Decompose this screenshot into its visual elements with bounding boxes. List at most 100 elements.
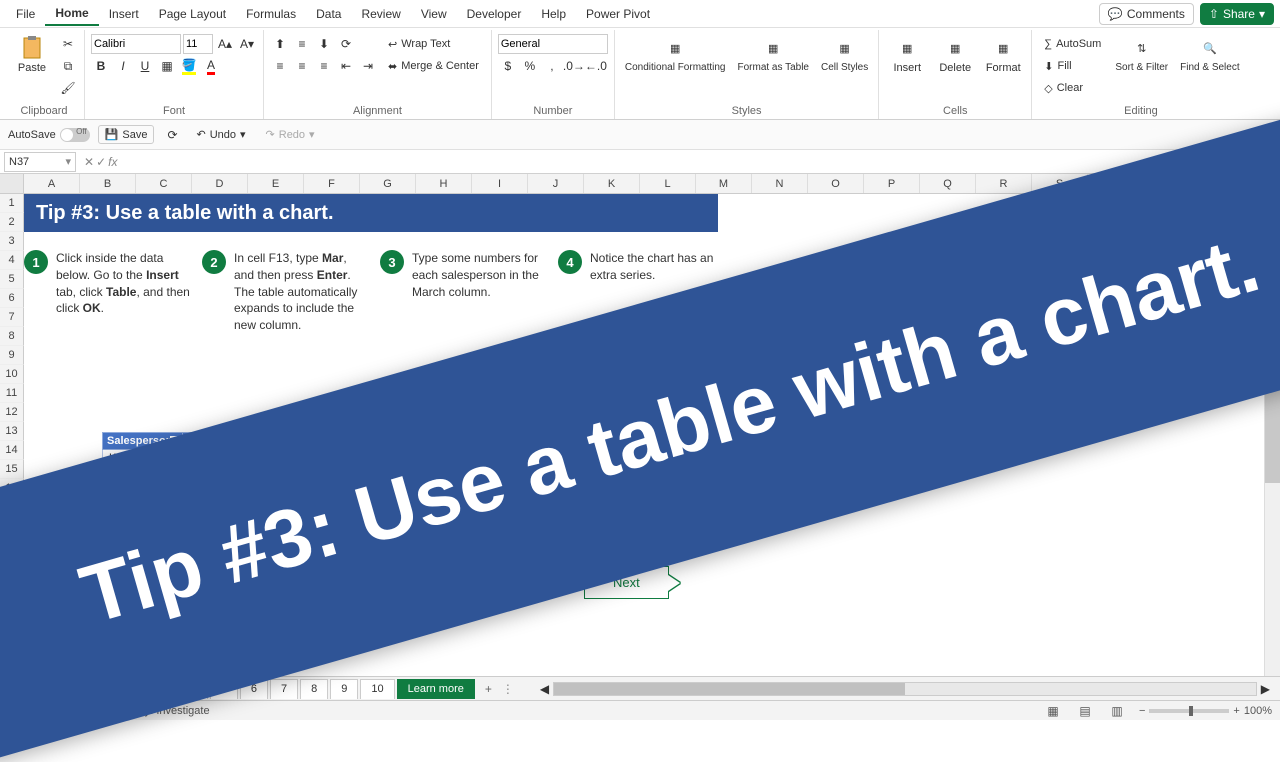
column-header[interactable]: A (24, 174, 80, 193)
row-header[interactable]: 23 (0, 612, 24, 631)
row-header[interactable]: 21 (0, 574, 24, 593)
column-header[interactable]: V (1200, 174, 1256, 193)
increase-font-button[interactable]: A▴ (215, 34, 235, 54)
format-as-table-button[interactable]: ▦Format as Table (733, 34, 813, 75)
row-header[interactable]: 9 (0, 346, 24, 365)
align-top-button[interactable]: ⬆ (270, 34, 290, 54)
number-format-select[interactable] (498, 34, 608, 54)
column-header[interactable]: C (136, 174, 192, 193)
name-box[interactable]: N37▾ (4, 152, 76, 172)
tab-power-pivot[interactable]: Power Pivot (576, 3, 660, 25)
row-header[interactable]: 17 (0, 498, 24, 517)
row-header[interactable]: 2 (0, 213, 24, 232)
font-name-select[interactable] (91, 34, 181, 54)
column-header[interactable]: S (1032, 174, 1088, 193)
column-header[interactable]: M (696, 174, 752, 193)
row-header[interactable]: 7 (0, 308, 24, 327)
border-button[interactable]: ▦ (157, 56, 177, 76)
filter-dropdown-icon[interactable]: ▾ (220, 436, 230, 446)
underline-button[interactable]: U (135, 56, 155, 76)
autosum-button[interactable]: ∑ AutoSum (1038, 34, 1107, 54)
column-header[interactable]: B (80, 174, 136, 193)
tab-data[interactable]: Data (306, 3, 351, 25)
comments-button[interactable]: 💬Comments (1099, 3, 1194, 25)
sheet-tab[interactable]: 7 (270, 679, 298, 699)
row-header[interactable]: 10 (0, 365, 24, 384)
decrease-font-button[interactable]: A▾ (237, 34, 257, 54)
tab-home[interactable]: Home (45, 2, 98, 26)
orientation-button[interactable]: ⟳ (336, 34, 356, 54)
column-header[interactable]: R (976, 174, 1032, 193)
column-header[interactable]: J (528, 174, 584, 193)
accessibility-status[interactable]: ♿ Accessibility: Investigate (74, 704, 209, 717)
decrease-indent-button[interactable]: ⇤ (336, 56, 356, 76)
insert-cells-button[interactable]: ▦Insert (885, 34, 929, 76)
table-row[interactable]: Kelly400 (103, 450, 283, 467)
tab-insert[interactable]: Insert (99, 3, 149, 25)
italic-button[interactable]: I (113, 56, 133, 76)
tab-file[interactable]: File (6, 3, 45, 25)
view-page-break-button[interactable]: ▥ (1107, 701, 1127, 721)
row-header[interactable]: 12 (0, 403, 24, 422)
row-header[interactable]: 25 (0, 650, 24, 669)
view-page-layout-button[interactable]: ▤ (1075, 701, 1095, 721)
sheet-tab[interactable]: 3 (149, 679, 177, 699)
row-header[interactable]: 20 (0, 555, 24, 574)
column-header[interactable]: H (416, 174, 472, 193)
vertical-scrollbar[interactable] (1264, 194, 1280, 676)
sheet-tab[interactable]: Learn more (397, 679, 475, 699)
fill-color-button[interactable]: 🪣 (179, 56, 199, 76)
column-header[interactable]: I (472, 174, 528, 193)
share-button[interactable]: ⇧Share▾ (1200, 3, 1274, 25)
sheet-tab[interactable]: Start (42, 679, 87, 699)
find-select-button[interactable]: 🔍Find & Select (1176, 34, 1243, 75)
sheet-tab[interactable]: 4 (180, 679, 208, 699)
add-sheet-button[interactable]: + (477, 682, 500, 696)
column-header[interactable]: L (640, 174, 696, 193)
cut-button[interactable]: ✂ (58, 34, 78, 54)
increase-decimal-button[interactable]: .0→ (564, 56, 584, 76)
row-header[interactable]: 14 (0, 441, 24, 460)
row-header[interactable]: 15 (0, 460, 24, 479)
clear-button[interactable]: ◇ Clear (1038, 78, 1107, 98)
filter-dropdown-icon[interactable]: ▾ (270, 436, 280, 446)
conditional-formatting-button[interactable]: ▦Conditional Formatting (621, 34, 730, 75)
filter-dropdown-icon[interactable]: ▾ (170, 436, 180, 446)
column-header[interactable]: P (864, 174, 920, 193)
sheet-nav-next[interactable]: › (24, 682, 40, 696)
fill-button[interactable]: ⬇ Fill (1038, 56, 1107, 76)
sort-filter-button[interactable]: ⇅Sort & Filter (1111, 34, 1172, 75)
tab-review[interactable]: Review (351, 3, 410, 25)
align-left-button[interactable]: ≡ (270, 56, 290, 76)
view-normal-button[interactable]: ▦ (1043, 701, 1063, 721)
copy-button[interactable]: ⧉ (58, 56, 78, 76)
data-table[interactable]: Salesperson▾ Jan▾ Feb▾ Kelly400 Dave Bri… (102, 432, 283, 501)
row-header[interactable]: 11 (0, 384, 24, 403)
sheet-tab[interactable]: 8 (300, 679, 328, 699)
merge-center-button[interactable]: ⬌Merge & Center (382, 56, 485, 76)
column-header[interactable]: D (192, 174, 248, 193)
increase-indent-button[interactable]: ⇥ (358, 56, 378, 76)
macro-record-icon[interactable]: ▢ (52, 704, 62, 717)
fx-icon[interactable]: fx (108, 155, 117, 169)
column-header[interactable]: G (360, 174, 416, 193)
font-size-select[interactable] (183, 34, 213, 54)
column-header[interactable]: Q (920, 174, 976, 193)
sheet-tab[interactable]: 9 (330, 679, 358, 699)
redo-button[interactable]: ↷ Redo ▾ (260, 125, 321, 145)
column-header[interactable]: K (584, 174, 640, 193)
sheet-nav-prev[interactable]: ‹ (6, 682, 22, 696)
font-color-button[interactable]: A (201, 56, 221, 76)
wrap-text-button[interactable]: ↩Wrap Text (382, 34, 485, 54)
row-header[interactable]: 4 (0, 251, 24, 270)
enter-icon[interactable]: ✓ (96, 155, 106, 169)
paste-button[interactable]: Paste (10, 34, 54, 76)
comma-button[interactable]: , (542, 56, 562, 76)
row-header[interactable]: 6 (0, 289, 24, 308)
tab-page-layout[interactable]: Page Layout (149, 3, 236, 25)
column-header[interactable]: N (752, 174, 808, 193)
tab-help[interactable]: Help (531, 3, 576, 25)
column-header[interactable]: U (1144, 174, 1200, 193)
column-header[interactable]: F (304, 174, 360, 193)
tab-developer[interactable]: Developer (457, 3, 532, 25)
